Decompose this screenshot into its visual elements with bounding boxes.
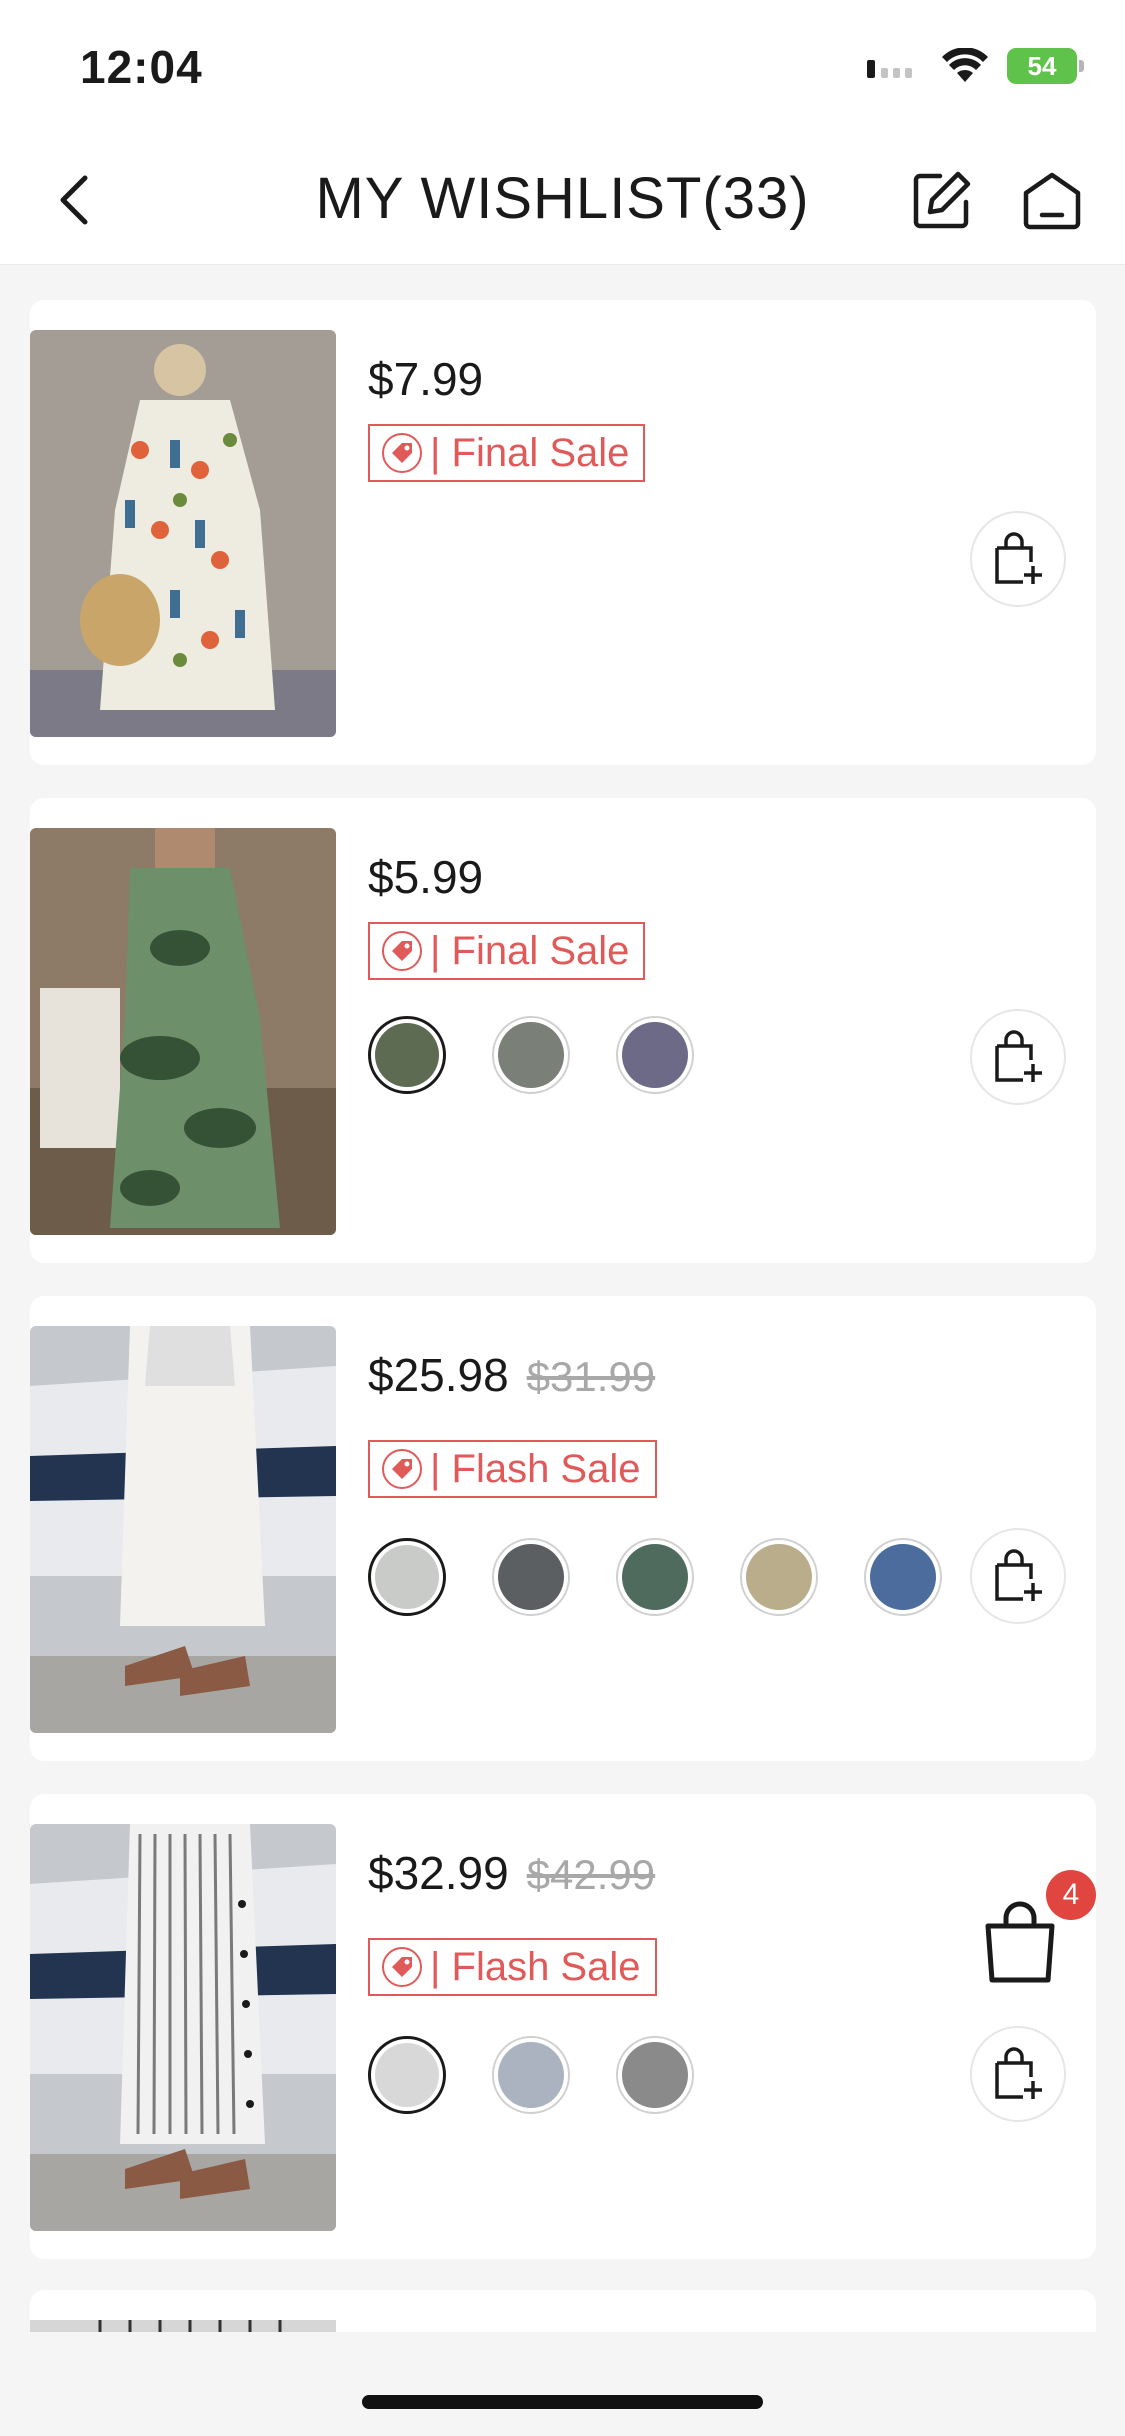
swatch-color <box>622 2042 688 2108</box>
swatch-color <box>498 1544 564 1610</box>
wishlist-item[interactable]: $7.99 | Final Sale <box>30 300 1096 765</box>
header-bar: MY WISHLIST(33) <box>0 135 1125 265</box>
color-swatch[interactable] <box>616 1016 694 1094</box>
status-time: 12:04 <box>80 41 203 93</box>
swatch-color <box>498 1022 564 1088</box>
color-swatch[interactable] <box>368 1016 446 1094</box>
edit-button[interactable] <box>905 163 979 237</box>
original-price: $31.99 <box>526 1353 656 1400</box>
price-tag-icon <box>382 1947 422 1987</box>
original-price: $42.99 <box>526 1851 656 1898</box>
color-swatches <box>368 2036 694 2114</box>
price-row: $25.98 $31.99 <box>368 1348 655 1402</box>
product-image[interactable] <box>30 330 336 737</box>
price: $25.98 <box>368 1349 509 1401</box>
add-to-bag-icon <box>995 1030 1042 1082</box>
swatch-color <box>746 1544 812 1610</box>
home-icon <box>1023 172 1081 230</box>
add-to-bag-icon <box>995 1549 1042 1601</box>
wishlist-item[interactable]: $5.99 | Final Sale <box>30 798 1096 1263</box>
price-tag-icon <box>382 931 422 971</box>
color-swatch[interactable] <box>492 1538 570 1616</box>
color-swatch[interactable] <box>492 2036 570 2114</box>
color-swatch[interactable] <box>616 1538 694 1616</box>
add-to-bag-button[interactable] <box>970 511 1066 607</box>
color-swatch[interactable] <box>616 2036 694 2114</box>
product-image[interactable] <box>30 1326 336 1733</box>
price-tag-icon <box>382 1449 422 1489</box>
status-icons: 54 <box>867 48 1084 84</box>
color-swatch[interactable] <box>492 1016 570 1094</box>
cart-count-badge: 4 <box>1046 1870 1096 1920</box>
sale-tag: | Flash Sale <box>368 1440 657 1498</box>
add-to-bag-icon <box>995 532 1042 584</box>
wifi-icon <box>942 48 988 82</box>
add-to-bag-button[interactable] <box>970 1009 1066 1105</box>
wishlist-item[interactable]: $32.99 $42.99 | Flash Sale <box>30 1794 1096 2259</box>
price-row: $7.99 <box>368 352 483 406</box>
sale-tag: | Final Sale <box>368 922 646 980</box>
bottom-safe-area <box>0 2332 1125 2436</box>
swatch-color <box>375 1545 439 1609</box>
price: $32.99 <box>368 1847 509 1899</box>
home-indicator <box>362 2395 763 2409</box>
cellular-signal-icon <box>867 60 912 78</box>
swatch-color <box>622 1544 688 1610</box>
add-to-bag-button[interactable] <box>970 1528 1066 1624</box>
shopping-bag-button[interactable] <box>980 1900 1060 1986</box>
swatch-color <box>375 1023 439 1087</box>
sale-tag-label: | Flash Sale <box>430 1944 641 1989</box>
color-swatches <box>368 1538 942 1616</box>
add-to-bag-button[interactable] <box>970 2026 1066 2122</box>
status-bar: 12:04 54 <box>0 0 1125 135</box>
color-swatch[interactable] <box>368 2036 446 2114</box>
sale-tag: | Flash Sale <box>368 1938 657 1996</box>
price-tag-icon <box>382 433 422 473</box>
edit-icon <box>913 171 971 229</box>
sale-tag-label: | Flash Sale <box>430 1446 641 1491</box>
swatch-color <box>622 1022 688 1088</box>
wishlist-item[interactable]: $25.98 $31.99 | Flash Sale <box>30 1296 1096 1761</box>
color-swatches <box>368 1016 694 1094</box>
shopping-bag-icon <box>985 1901 1055 1983</box>
product-image[interactable] <box>30 1824 336 2231</box>
swatch-color <box>870 1544 936 1610</box>
color-swatch[interactable] <box>740 1538 818 1616</box>
swatch-color <box>375 2043 439 2107</box>
battery-indicator: 54 <box>1007 48 1084 84</box>
price: $5.99 <box>368 851 484 903</box>
sale-tag-label: | Final Sale <box>430 928 630 973</box>
price-row: $32.99 $42.99 <box>368 1846 655 1900</box>
home-button[interactable] <box>1016 165 1088 237</box>
price: $7.99 <box>368 353 484 405</box>
swatch-color <box>498 2042 564 2108</box>
sale-tag-label: | Final Sale <box>430 430 630 475</box>
color-swatch[interactable] <box>368 1538 446 1616</box>
sale-tag: | Final Sale <box>368 424 646 482</box>
price-row: $5.99 <box>368 850 483 904</box>
color-swatch[interactable] <box>864 1538 942 1616</box>
add-to-bag-icon <box>995 2047 1042 2099</box>
product-image[interactable] <box>30 828 336 1235</box>
